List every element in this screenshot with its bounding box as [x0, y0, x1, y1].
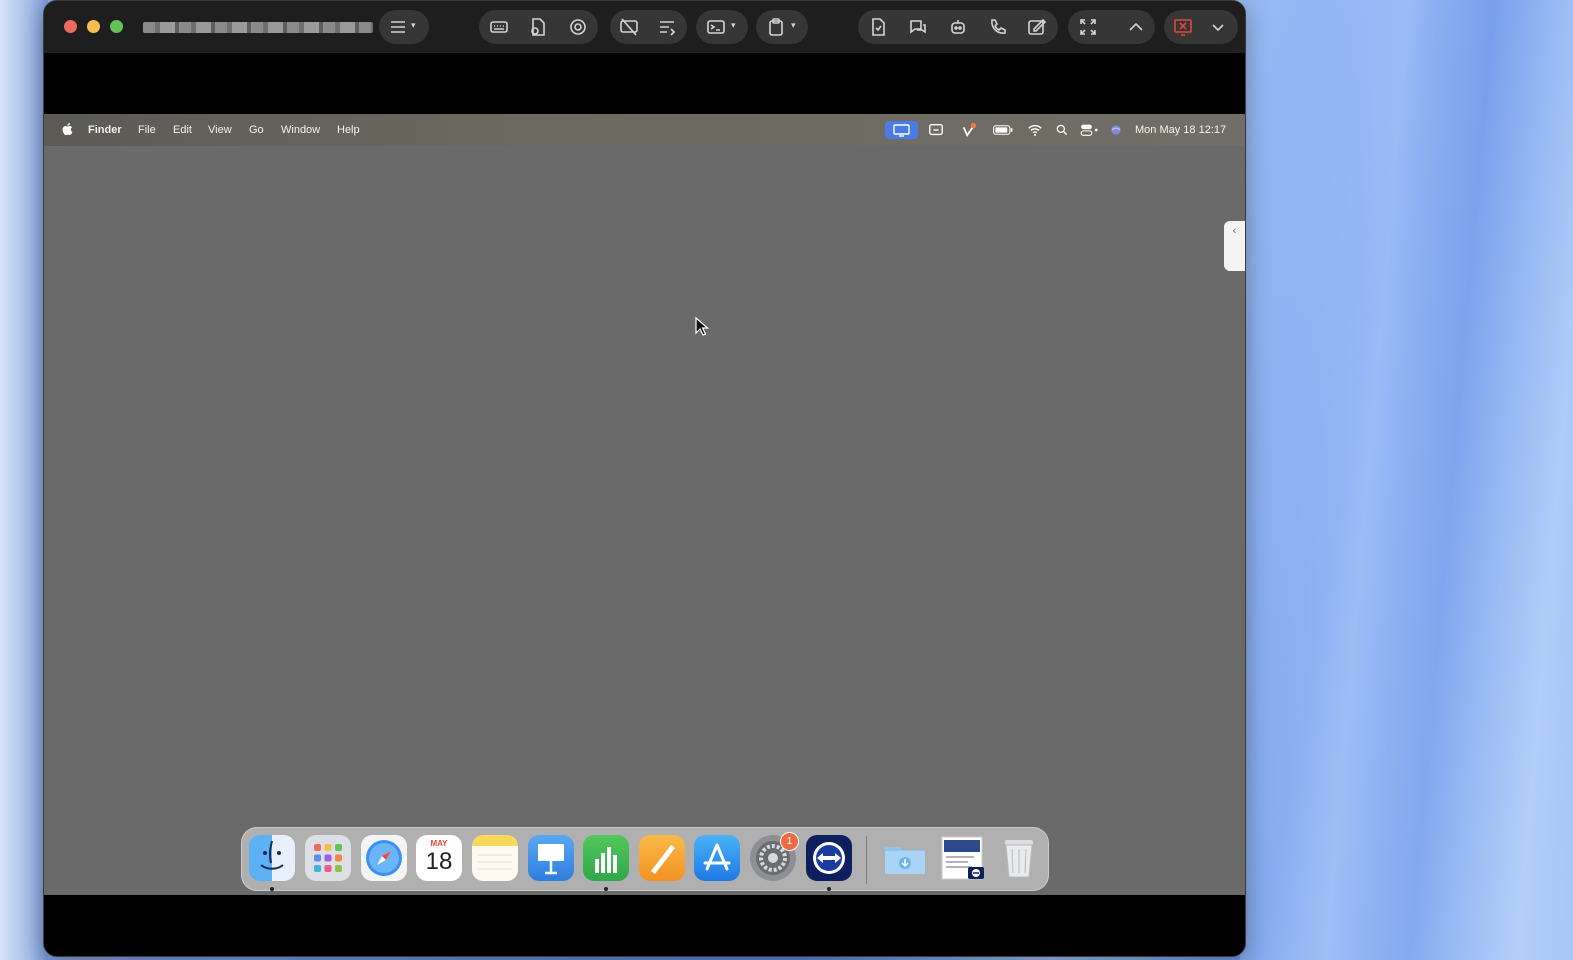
- desktop-wallpaper-right: [1240, 0, 1573, 960]
- dock-app-store[interactable]: [694, 835, 740, 881]
- chevron-up-icon[interactable]: [1119, 10, 1153, 44]
- hide-remote-cursor-icon[interactable]: [612, 10, 646, 44]
- dock-screenshot[interactable]: [940, 835, 986, 881]
- dock-pages[interactable]: [639, 835, 685, 881]
- end-session-icon[interactable]: [1166, 10, 1200, 44]
- terminal-icon[interactable]: [699, 10, 733, 44]
- app-store-icon: [703, 843, 731, 871]
- dock-safari[interactable]: [361, 835, 407, 881]
- vpn-icon[interactable]: [960, 121, 978, 139]
- screen-sharing-icon[interactable]: [885, 121, 918, 139]
- settings-badge: 1: [780, 832, 799, 851]
- pages-icon: [651, 845, 675, 874]
- running-indicator: [604, 887, 608, 891]
- menu-help[interactable]: Help: [337, 124, 360, 136]
- spotlight-icon[interactable]: [1053, 121, 1071, 139]
- file-icon[interactable]: [861, 10, 895, 44]
- running-indicator: [270, 887, 274, 891]
- chevron-down-icon[interactable]: ▾: [411, 20, 416, 31]
- menu-bar-clock[interactable]: Mon May 18 12:17: [1135, 124, 1226, 136]
- menu-finder[interactable]: Finder: [88, 124, 122, 136]
- dock-calendar[interactable]: MAY 18: [416, 835, 462, 881]
- maximize-window-button[interactable]: [110, 20, 123, 33]
- siri-icon[interactable]: [1107, 121, 1125, 139]
- keyboard-icon[interactable]: [482, 10, 516, 44]
- record-icon[interactable]: [561, 10, 595, 44]
- session-title: ▮▯▮▯ ▮▯▮▯▮▯ ▮▯▮: [143, 22, 373, 33]
- dock-notes[interactable]: [472, 835, 518, 881]
- macos-menu-bar: Finder File Edit View Go Window Help Mon…: [44, 114, 1245, 146]
- remote-desktop[interactable]: Finder File Edit View Go Window Help Mon…: [44, 114, 1245, 895]
- chat-icon[interactable]: [901, 10, 935, 44]
- minimize-window-button[interactable]: [87, 20, 100, 33]
- dock: MAY 18 1: [241, 827, 1049, 891]
- chevron-down-icon[interactable]: [1201, 10, 1235, 44]
- menu-edit[interactable]: Edit: [173, 124, 192, 136]
- finder-icon: [260, 840, 284, 870]
- keynote-icon: [538, 844, 564, 875]
- menu-go[interactable]: Go: [249, 124, 264, 136]
- title-bar: ▮▯▮▯ ▮▯▮▯▮▯ ▮▯▮ ▾ ▾: [44, 1, 1245, 53]
- dock-downloads[interactable]: [882, 835, 928, 881]
- fullscreen-icon[interactable]: [1071, 10, 1105, 44]
- menu-window[interactable]: Window: [281, 124, 320, 136]
- dock-numbers[interactable]: [583, 835, 629, 881]
- notes-icon: [478, 854, 512, 870]
- menu-icon[interactable]: [381, 10, 415, 44]
- screen-mirroring-icon[interactable]: [927, 121, 945, 139]
- screenshot-thumbnail-icon: [941, 836, 984, 880]
- remote-control-window: ▮▯▮▯ ▮▯▮▯▮▯ ▮▯▮ ▾ ▾: [43, 0, 1246, 957]
- downloads-folder-icon: [885, 847, 925, 874]
- numbers-icon: [595, 847, 617, 873]
- menu-file[interactable]: File: [138, 124, 156, 136]
- dock-keynote[interactable]: [528, 835, 574, 881]
- teamviewer-icon: [813, 842, 845, 874]
- running-indicator: [827, 887, 831, 891]
- file-transfer-icon[interactable]: [521, 10, 555, 44]
- dock-launchpad[interactable]: [305, 835, 351, 881]
- call-icon[interactable]: [981, 10, 1015, 44]
- battery-icon[interactable]: [991, 121, 1015, 139]
- dock-teamviewer[interactable]: [806, 835, 852, 881]
- assistant-icon[interactable]: [941, 10, 975, 44]
- dock-finder[interactable]: [249, 835, 295, 881]
- calendar-month: MAY: [430, 839, 448, 848]
- wifi-icon[interactable]: [1026, 121, 1044, 139]
- desktop-wallpaper-left: [0, 0, 48, 960]
- launchpad-icon: [314, 844, 342, 872]
- chevron-left-icon: ‹: [1232, 225, 1237, 237]
- safari-icon: [366, 840, 402, 876]
- apple-menu-icon[interactable]: [61, 122, 73, 136]
- dock-separator: [866, 836, 867, 884]
- dock-trash[interactable]: [996, 835, 1042, 881]
- mouse-pointer-icon: [695, 317, 709, 336]
- close-window-button[interactable]: [64, 20, 77, 33]
- clipboard-icon[interactable]: [759, 10, 793, 44]
- trash-icon: [1005, 840, 1033, 878]
- chevron-down-icon[interactable]: ▾: [791, 20, 796, 31]
- menu-view[interactable]: View: [208, 124, 232, 136]
- side-panel-toggle[interactable]: ‹: [1224, 221, 1245, 271]
- chevron-down-icon[interactable]: ▾: [731, 20, 736, 31]
- calendar-day: 18: [425, 848, 453, 875]
- text-actions-icon[interactable]: [650, 10, 684, 44]
- whiteboard-icon[interactable]: [1020, 10, 1054, 44]
- control-center-icon[interactable]: [1078, 121, 1102, 139]
